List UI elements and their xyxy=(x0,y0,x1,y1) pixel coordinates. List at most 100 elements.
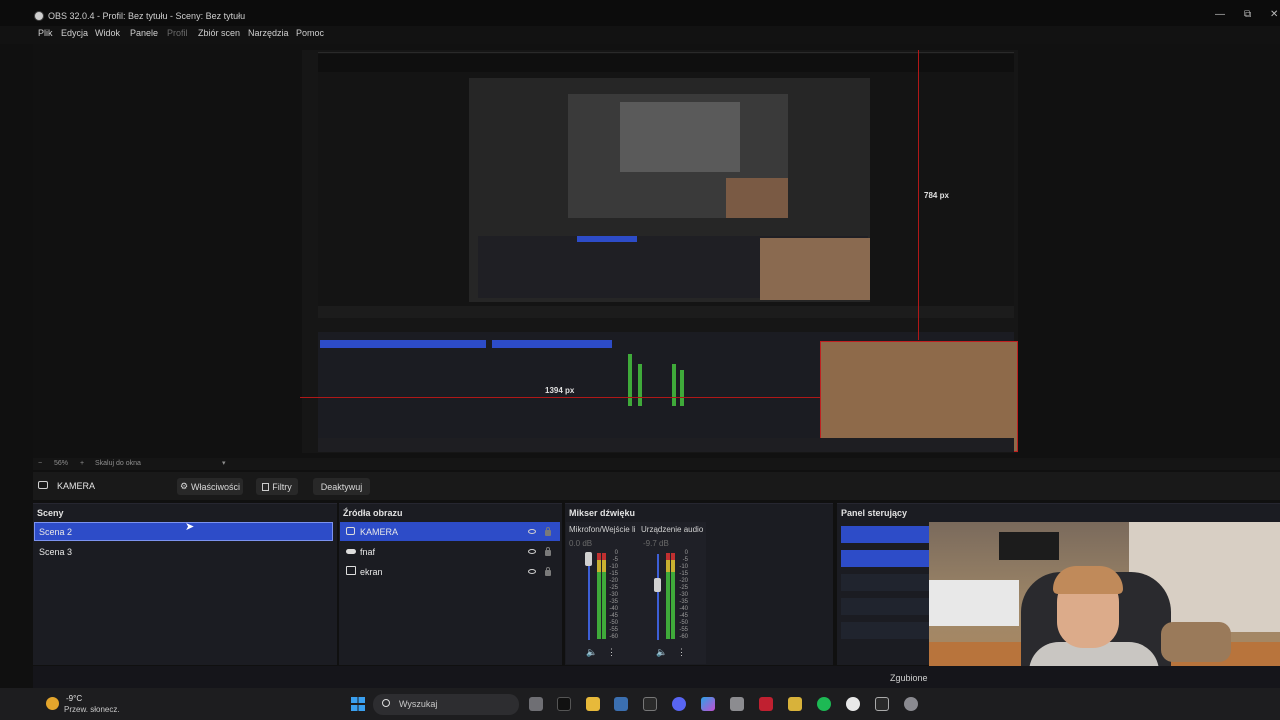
nested-meter-2 xyxy=(638,364,642,406)
properties-button[interactable]: ⚙ Właściwości xyxy=(177,478,243,495)
menu-narzedzia[interactable]: Narzędzia xyxy=(248,28,289,38)
menu-plik[interactable]: Plik xyxy=(38,28,53,38)
fit-to-window-dropdown[interactable]: Skaluj do okna xyxy=(95,460,141,467)
lock-icon[interactable] xyxy=(545,527,551,536)
filters-label: Filtry xyxy=(272,481,292,492)
control-panel-title: Panel sterujący xyxy=(841,508,908,518)
volume-fader-knob[interactable] xyxy=(654,578,661,592)
mouse-cursor-icon: ➤ xyxy=(185,521,195,533)
weather-temperature[interactable]: -9°C xyxy=(66,694,82,703)
status-bar xyxy=(33,666,1280,688)
menu-panele[interactable]: Panele xyxy=(130,28,158,38)
file-explorer-icon[interactable] xyxy=(586,697,600,711)
volume-fader-knob[interactable] xyxy=(585,552,592,566)
more-options-icon[interactable]: ⋮ xyxy=(677,647,686,658)
weather-sun-icon[interactable] xyxy=(46,697,59,710)
camera-icon xyxy=(38,481,48,489)
tiktok-icon[interactable] xyxy=(557,697,571,711)
settings-gear-icon[interactable] xyxy=(904,697,918,711)
source-item-label[interactable]: ekran xyxy=(360,567,383,577)
scene-item-label[interactable]: Scena 3 xyxy=(39,547,72,557)
visibility-eye-icon[interactable] xyxy=(528,529,536,534)
menu-profil[interactable]: Profil xyxy=(167,28,188,38)
zoom-in-button[interactable]: + xyxy=(80,460,84,467)
db-scale-tick: -25 xyxy=(609,585,618,591)
minimize-button[interactable]: — xyxy=(1215,9,1225,20)
source-item-label[interactable]: KAMERA xyxy=(360,527,398,537)
db-scale-tick: -30 xyxy=(609,592,618,598)
visibility-eye-icon[interactable] xyxy=(528,569,536,574)
mixer-channel-db: -9.7 dB xyxy=(643,539,669,548)
mixer-channel-db: 0.0 dB xyxy=(569,539,593,548)
close-button[interactable]: ✕ xyxy=(1270,9,1278,20)
virtual-camera-button[interactable] xyxy=(841,574,929,591)
db-scale-tick: -25 xyxy=(679,585,688,591)
deactivate-button[interactable]: Deaktywuj xyxy=(313,478,370,495)
menu-zbior-scen[interactable]: Zbiór scen xyxy=(198,28,240,38)
sources-title: Źródła obrazu xyxy=(343,508,403,518)
start-streaming-button[interactable] xyxy=(841,526,929,543)
opera-icon[interactable] xyxy=(759,697,773,711)
menu-edycja[interactable]: Edycja xyxy=(61,28,88,38)
db-scale-tick: -40 xyxy=(679,606,688,612)
notes-icon[interactable] xyxy=(788,697,802,711)
camera-icon xyxy=(346,527,355,535)
obs-logo-icon xyxy=(34,11,44,21)
nested-meter-3 xyxy=(672,364,676,406)
discord-icon[interactable] xyxy=(672,697,686,711)
weather-description[interactable]: Przew. słonecz. xyxy=(64,705,120,714)
start-recording-button[interactable] xyxy=(841,550,929,567)
speaker-icon[interactable]: 🔈 xyxy=(586,647,597,658)
scenes-title: Sceny xyxy=(37,508,64,518)
nested-meter-4 xyxy=(680,370,684,406)
steam-icon[interactable] xyxy=(614,697,628,711)
db-scale-tick: -40 xyxy=(609,606,618,612)
nested-source-selection xyxy=(492,340,612,348)
db-scale-tick: -20 xyxy=(609,578,618,584)
visibility-eye-icon[interactable] xyxy=(528,549,536,554)
monitor-icon xyxy=(346,566,356,575)
filters-button[interactable]: Filtry xyxy=(256,478,298,495)
menu-widok[interactable]: Widok xyxy=(95,28,120,38)
source-item-label[interactable]: fnaf xyxy=(360,547,375,557)
db-scale-tick: -35 xyxy=(679,599,688,605)
zoom-out-button[interactable]: − xyxy=(38,460,42,467)
epic-games-icon[interactable] xyxy=(875,697,889,711)
terminal-icon[interactable] xyxy=(643,697,657,711)
lock-icon[interactable] xyxy=(545,567,551,576)
db-scale-tick: -5 xyxy=(682,557,688,563)
preview-webcam-source[interactable] xyxy=(820,341,1018,452)
task-view-icon[interactable] xyxy=(529,697,543,711)
preview-canvas[interactable] xyxy=(302,50,1018,453)
more-options-icon[interactable]: ⋮ xyxy=(607,647,616,658)
copilot-icon[interactable] xyxy=(701,697,715,711)
db-scale-tick: -55 xyxy=(609,627,618,633)
status-dropped-frames: Zgubione xyxy=(890,673,928,683)
measure-width-label: 1394 px xyxy=(545,386,575,395)
gamepad-icon xyxy=(346,549,356,554)
menu-pomoc[interactable]: Pomoc xyxy=(296,28,324,38)
scene-item-label[interactable]: Scena 2 xyxy=(39,527,72,537)
taskbar-search[interactable] xyxy=(373,694,519,715)
spotify-icon[interactable] xyxy=(817,697,831,711)
studio-mode-button[interactable] xyxy=(841,598,929,615)
obs-taskbar-icon[interactable] xyxy=(846,697,860,711)
scene-item-selected[interactable] xyxy=(34,522,333,541)
maximize-button[interactable]: ⧉ xyxy=(1244,9,1251,20)
store-icon[interactable] xyxy=(730,697,744,711)
volume-fader-track[interactable] xyxy=(588,554,590,640)
db-scale: 0 -5 -10 -15 -20 -25 -30 -35 -40 -45 -50 -55 -60 xyxy=(674,550,688,641)
nested-webcam xyxy=(760,238,870,300)
chevron-down-icon[interactable]: ▾ xyxy=(222,459,226,467)
properties-label: Właściwości xyxy=(191,481,241,492)
gear-icon: ⚙ xyxy=(179,481,189,491)
lock-icon[interactable] xyxy=(545,547,551,556)
measure-height-label: 784 px xyxy=(924,191,949,200)
taskbar-search-placeholder[interactable]: Wyszukaj xyxy=(399,699,437,709)
speaker-icon[interactable]: 🔈 xyxy=(656,647,667,658)
nested-scene-selection xyxy=(320,340,486,348)
volume-fader-track[interactable] xyxy=(657,554,659,640)
settings-button[interactable] xyxy=(841,622,929,639)
windows-start-icon[interactable] xyxy=(351,697,365,711)
guide-line-horizontal xyxy=(300,397,820,398)
